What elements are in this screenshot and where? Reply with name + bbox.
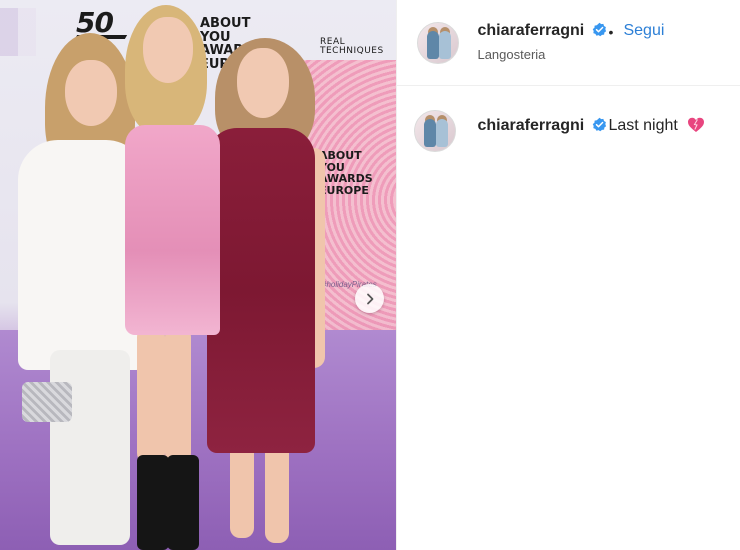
person-pink-dress [115,5,225,550]
location-link[interactable]: Langosteria [477,47,545,62]
instagram-post: 50 ABOUT YOU AWARDS EUROPE REAL TECHNIQU… [0,0,740,550]
caption-username-link[interactable]: chiaraferragni [477,117,606,135]
post-header: chiaraferragni • Segui Langosteria [397,0,740,86]
separator-dot: • [608,24,614,40]
verified-badge-icon [592,117,606,132]
avatar[interactable] [417,22,460,64]
username-link[interactable]: chiaraferragni [477,22,606,40]
caption-avatar[interactable] [414,110,457,152]
chevron-right-icon [366,293,373,304]
caption-text: Last night [608,117,678,134]
silver-clutch [22,382,72,422]
verified-badge-icon [592,22,606,37]
follow-button[interactable]: Segui [623,22,664,40]
caption-row: chiaraferragni Last night [397,86,740,166]
post-image[interactable]: 50 ABOUT YOU AWARDS EUROPE REAL TECHNIQU… [0,0,397,550]
heart-icon [688,117,705,132]
post-sidebar: chiaraferragni • Segui Langosteria chiar… [396,0,740,550]
carousel-next-button[interactable] [355,284,384,313]
